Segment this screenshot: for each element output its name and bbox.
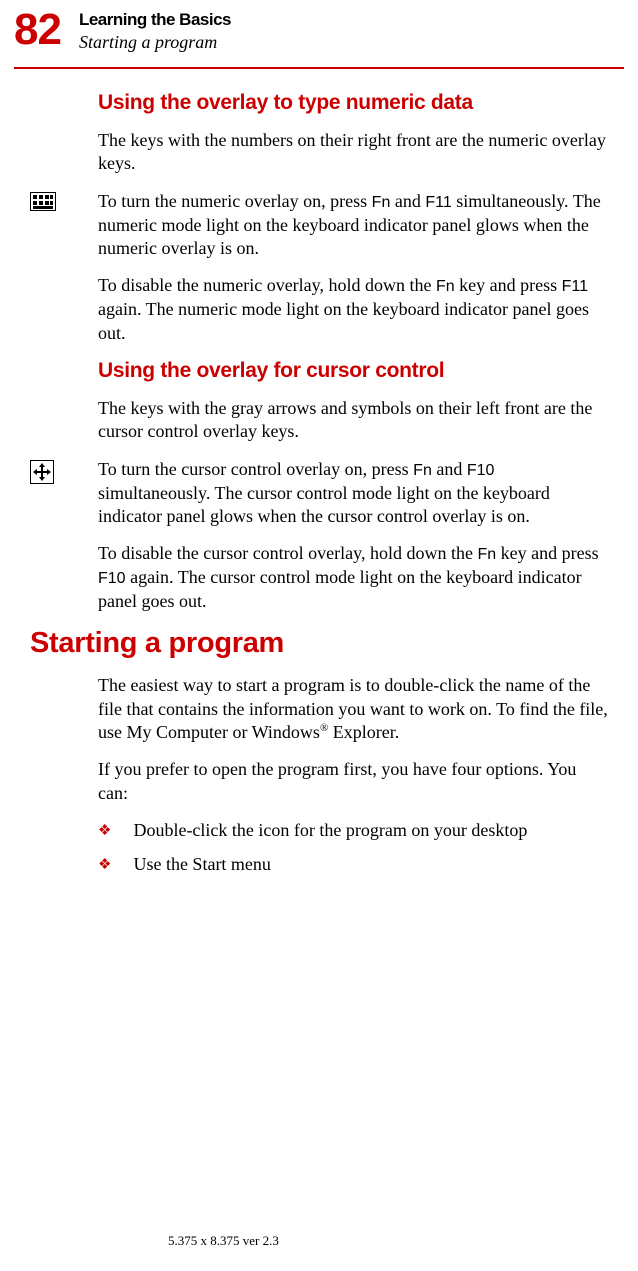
page-number: 82 (14, 8, 61, 52)
key-fn: Fn (477, 546, 496, 563)
list-item-text: Use the Start menu (133, 853, 270, 876)
section-subtitle: Starting a program (79, 32, 231, 53)
options-list: ❖ Double-click the icon for the program … (98, 819, 608, 876)
page-content: Using the overlay to type numeric data T… (0, 69, 638, 876)
cursor-intro-text: The keys with the gray arrows and symbol… (98, 397, 608, 444)
key-f10: F10 (98, 570, 126, 587)
starting-program-heading: Starting a program (30, 627, 608, 660)
numeric-keypad-icon (30, 192, 56, 212)
header-text-block: Learning the Basics Starting a program (79, 8, 231, 53)
list-item: ❖ Use the Start menu (98, 853, 608, 876)
cursor-overlay-heading: Using the overlay for cursor control (98, 359, 608, 383)
numeric-overlay-heading: Using the overlay to type numeric data (98, 91, 608, 115)
list-item: ❖ Double-click the icon for the program … (98, 819, 608, 842)
numeric-disable-text: To disable the numeric overlay, hold dow… (98, 274, 608, 345)
key-fn: Fn (436, 278, 455, 295)
bullet-icon: ❖ (98, 856, 111, 876)
cursor-enable-row: To turn the cursor control overlay on, p… (30, 458, 608, 529)
page-header: 82 Learning the Basics Starting a progra… (0, 0, 638, 53)
key-fn: Fn (372, 194, 391, 211)
bullet-icon: ❖ (98, 822, 111, 842)
key-fn: Fn (413, 462, 432, 479)
key-f10: F10 (467, 462, 495, 479)
icon-column (30, 190, 98, 261)
list-item-text: Double-click the icon for the program on… (133, 819, 527, 842)
footer-version: 5.375 x 8.375 ver 2.3 (168, 1233, 279, 1249)
numeric-intro-text: The keys with the numbers on their right… (98, 129, 608, 176)
key-f11: F11 (425, 194, 451, 211)
cursor-arrows-icon (30, 460, 54, 484)
starting-intro-text: The easiest way to start a program is to… (98, 674, 608, 744)
cursor-enable-text: To turn the cursor control overlay on, p… (98, 458, 608, 529)
starting-options-text: If you prefer to open the program first,… (98, 758, 608, 805)
icon-column (30, 458, 98, 529)
key-f11: F11 (562, 278, 588, 295)
numeric-enable-text: To turn the numeric overlay on, press Fn… (98, 190, 608, 261)
cursor-disable-text: To disable the cursor control overlay, h… (98, 542, 608, 613)
numeric-enable-row: To turn the numeric overlay on, press Fn… (30, 190, 608, 261)
chapter-title: Learning the Basics (79, 10, 231, 30)
